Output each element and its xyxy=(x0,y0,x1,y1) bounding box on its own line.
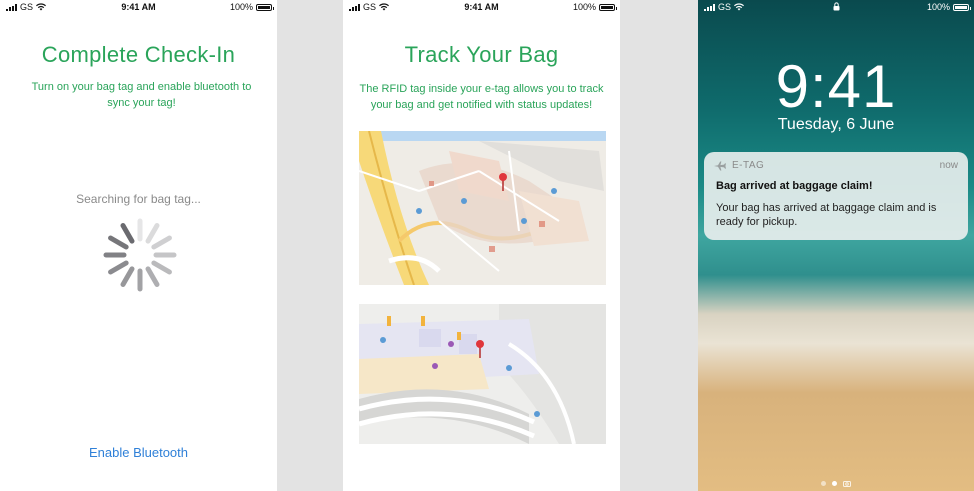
spinner-segment xyxy=(145,266,160,287)
battery-icon xyxy=(599,3,617,11)
page-dot xyxy=(821,481,826,486)
enable-bluetooth-button[interactable]: Enable Bluetooth xyxy=(0,445,277,460)
spinner-segment xyxy=(151,260,172,275)
lock-date: Tuesday, 6 June xyxy=(777,116,895,133)
page-title: Track Your Bag xyxy=(404,42,559,67)
page-indicator xyxy=(698,480,974,487)
spinner-segment xyxy=(145,223,160,244)
map-graphic xyxy=(359,131,606,285)
map-graphic xyxy=(359,304,606,444)
battery-percent: 100% xyxy=(926,2,950,12)
track-bag-screen: GS 9:41 AM 100% Track Your Bag The RFID … xyxy=(343,0,620,491)
searching-status: Searching for bag tag... xyxy=(76,192,201,206)
lock-screen: GS 100% 9:41 Tuesday, 6 June E-TAG now B… xyxy=(698,0,974,491)
spinner-segment xyxy=(120,223,135,244)
page-title: Complete Check-In xyxy=(41,42,236,67)
airport-overview-map[interactable] xyxy=(359,131,606,285)
checkin-screen: GS 9:41 AM 100% Complete Check-In Turn o… xyxy=(0,0,277,491)
spinner-icon xyxy=(103,218,177,292)
notification-title: Bag arrived at baggage claim! xyxy=(716,180,873,192)
notification-body: Your bag has arrived at baggage claim an… xyxy=(716,202,937,228)
camera-icon[interactable] xyxy=(843,480,851,487)
spinner-segment xyxy=(120,266,135,287)
status-bar: GS 9:41 AM 100% xyxy=(0,0,277,14)
status-bar: GS 100% xyxy=(698,0,974,14)
battery-percent: 100% xyxy=(229,2,253,12)
page-dot xyxy=(832,481,837,486)
page-subtitle: The RFID tag inside your e-tag allows yo… xyxy=(359,83,604,111)
notification-time: now xyxy=(939,160,958,171)
terminal-detail-map[interactable] xyxy=(359,304,606,444)
airplane-icon xyxy=(714,161,726,170)
battery-icon xyxy=(256,3,274,11)
page-subtitle: Turn on your bag tag and enable bluetoot… xyxy=(31,81,252,109)
spinner-segment xyxy=(108,235,129,250)
notification-app-name: E-TAG xyxy=(732,160,765,171)
stage: GS 9:41 AM 100% Complete Check-In Turn o… xyxy=(0,0,974,491)
notification-card[interactable]: E-TAG now Bag arrived at baggage claim! … xyxy=(704,152,968,240)
battery-icon xyxy=(953,3,971,11)
battery-percent: 100% xyxy=(572,2,596,12)
spinner-segment xyxy=(151,235,172,250)
spinner-segment xyxy=(108,260,129,275)
status-bar: GS 9:41 AM 100% xyxy=(343,0,620,14)
lock-clock: 9:41 xyxy=(775,53,897,120)
